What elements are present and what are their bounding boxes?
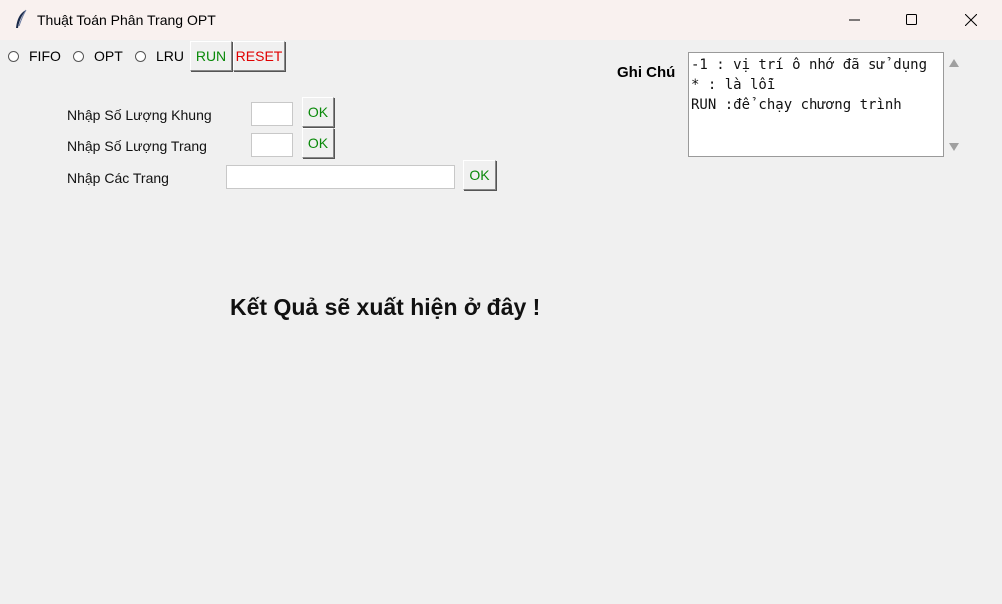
radio-circle[interactable] [73, 50, 84, 62]
pages-label: Nhập Các Trang [67, 170, 169, 186]
frames-label: Nhập Số Lượng Khung [67, 107, 212, 123]
minimize-button[interactable] [826, 0, 884, 40]
radio-label-opt: OPT [94, 48, 123, 64]
radio-opt[interactable]: OPT [73, 47, 123, 65]
radio-label-lru: LRU [156, 48, 185, 64]
close-button[interactable] [942, 0, 1000, 40]
run-button[interactable]: RUN [190, 41, 232, 71]
scroll-up-icon[interactable] [948, 58, 960, 68]
radio-circle[interactable] [8, 50, 19, 62]
maximize-icon [906, 14, 917, 25]
pages-count-ok-button[interactable]: OK [302, 128, 334, 158]
notes-label: Ghi Chú [617, 64, 676, 81]
frames-ok-button[interactable]: OK [302, 97, 334, 127]
pages-input[interactable] [226, 165, 455, 189]
result-text: Kết Quả sẽ xuất hiện ở đây ! [230, 294, 541, 320]
pages-ok-button[interactable]: OK [463, 160, 496, 190]
feather-icon [16, 9, 27, 28]
notes-textbox[interactable]: -1 : vị trí ô nhớ đã sử dụng * : là lỗi … [688, 52, 944, 157]
close-icon [965, 14, 977, 26]
maximize-button[interactable] [883, 0, 941, 40]
radio-label-fifo: FIFO [29, 48, 61, 64]
radio-lru[interactable]: LRU [135, 47, 184, 65]
radio-circle[interactable] [135, 50, 146, 62]
title-bar: Thuật Toán Phân Trang OPT [0, 0, 1002, 40]
minimize-icon [849, 19, 860, 21]
pages-count-label: Nhập Số Lượng Trang [67, 138, 207, 154]
radio-fifo[interactable]: FIFO [8, 47, 61, 65]
window-title: Thuật Toán Phân Trang OPT [37, 12, 216, 28]
frames-input[interactable] [251, 102, 293, 126]
pages-count-input[interactable] [251, 133, 293, 157]
reset-button[interactable]: RESET [233, 41, 285, 71]
scroll-down-icon[interactable] [948, 142, 960, 152]
